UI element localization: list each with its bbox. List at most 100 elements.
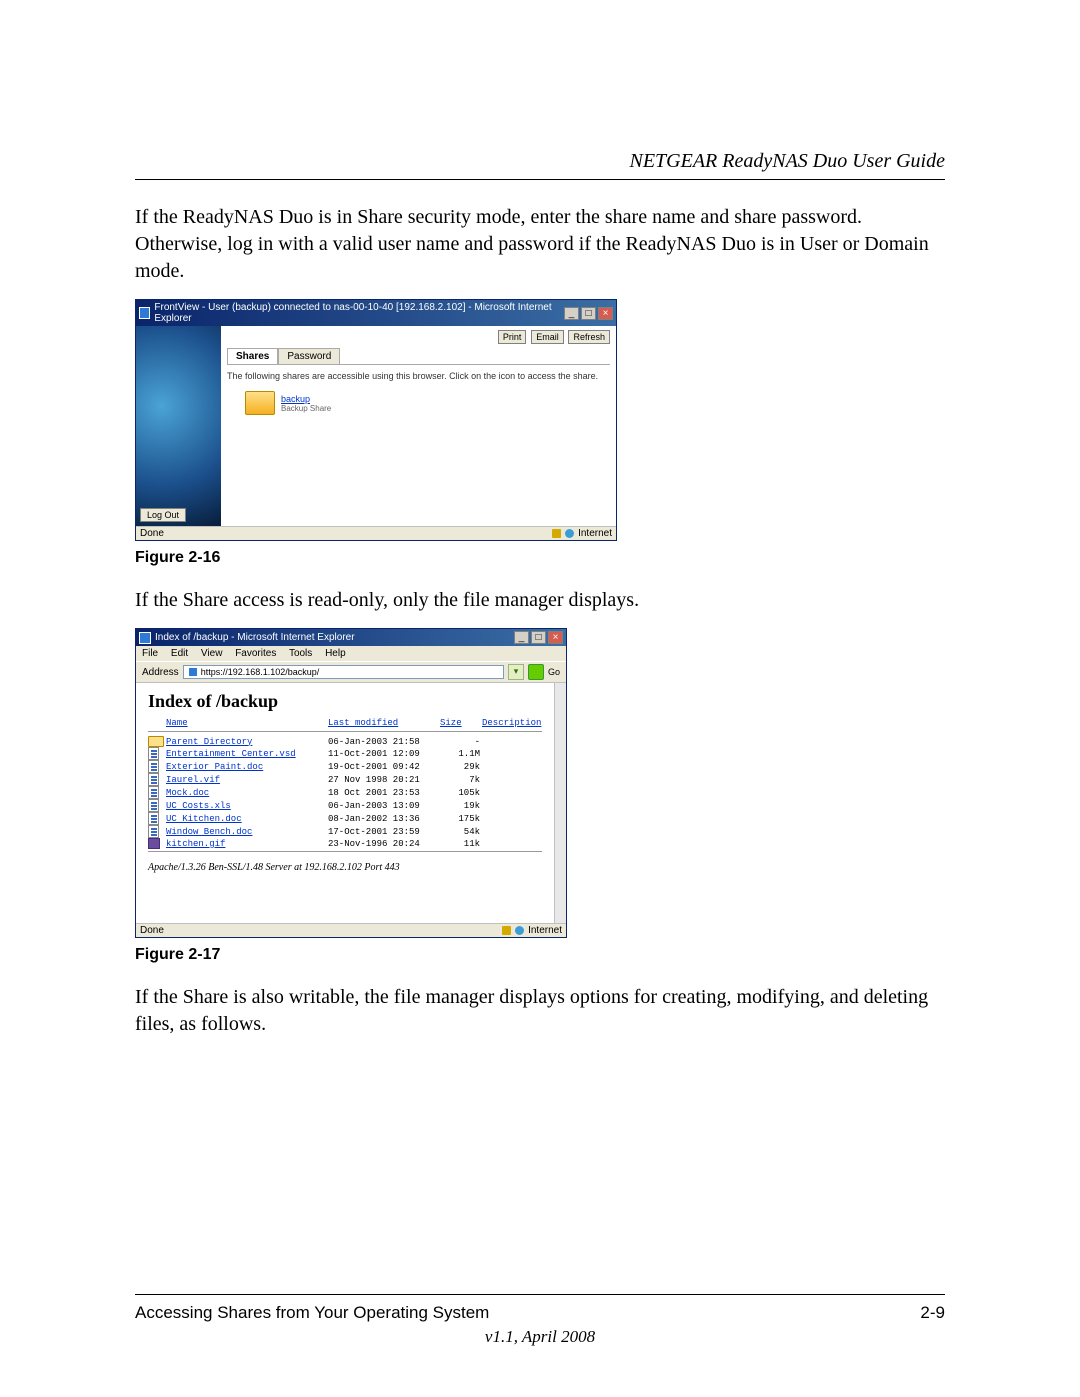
page-header-title: NETGEAR ReadyNAS Duo User Guide <box>135 150 945 173</box>
address-value: https://192.168.1.102/backup/ <box>201 667 320 677</box>
status-zone: Internet <box>528 925 562 936</box>
footer-page-number: 2-9 <box>920 1303 945 1323</box>
file-icon <box>148 799 159 812</box>
globe-icon <box>565 529 574 538</box>
footer-section-title: Accessing Shares from Your Operating Sys… <box>135 1303 489 1323</box>
ie-statusbar: Done Internet <box>136 923 566 937</box>
file-size: 175k <box>440 814 480 824</box>
file-icon <box>148 747 159 760</box>
list-item: Mock.doc18 Oct 2001 23:53105k <box>148 786 542 799</box>
globe-icon <box>515 926 524 935</box>
file-link[interactable]: Parent Directory <box>166 737 326 747</box>
col-name[interactable]: Name <box>166 718 326 728</box>
file-modified: 06-Jan-2003 13:09 <box>328 801 438 811</box>
file-modified: 27 Nov 1998 20:21 <box>328 775 438 785</box>
figure-2-17-label: Figure 2-17 <box>135 946 945 964</box>
file-modified: 06-Jan-2003 21:58 <box>328 737 438 747</box>
file-link[interactable]: Iaurel.vif <box>166 775 326 785</box>
list-item: Iaurel.vif27 Nov 1998 20:217k <box>148 773 542 786</box>
file-icon <box>148 760 159 773</box>
close-button[interactable]: × <box>548 631 563 644</box>
minimize-button[interactable]: _ <box>514 631 529 644</box>
file-size: 1.1M <box>440 749 480 759</box>
address-field[interactable]: https://192.168.1.102/backup/ <box>183 665 504 679</box>
menu-tools[interactable]: Tools <box>289 648 312 659</box>
file-size: - <box>440 737 480 747</box>
file-link[interactable]: Mock.doc <box>166 788 326 798</box>
ie-app-icon <box>139 632 151 644</box>
tab-shares[interactable]: Shares <box>227 348 278 364</box>
file-size: 105k <box>440 788 480 798</box>
frontview-tabs: Shares Password <box>227 348 610 365</box>
list-item: Parent Directory06-Jan-2003 21:58- <box>148 736 542 747</box>
maximize-button[interactable]: □ <box>531 631 546 644</box>
email-button[interactable]: Email <box>531 330 564 344</box>
file-icon <box>148 786 159 799</box>
menu-favorites[interactable]: Favorites <box>235 648 276 659</box>
minimize-button[interactable]: _ <box>564 307 579 320</box>
col-size[interactable]: Size <box>440 718 480 728</box>
list-item: Exterior Paint.doc19-Oct-2001 09:4229k <box>148 760 542 773</box>
list-item: UC Costs.xls06-Jan-2003 13:0919k <box>148 799 542 812</box>
menu-view[interactable]: View <box>201 648 223 659</box>
share-subtitle: Backup Share <box>281 404 331 413</box>
file-icon <box>148 773 159 786</box>
maximize-button[interactable]: □ <box>581 307 596 320</box>
go-label: Go <box>548 667 560 677</box>
ie-menubar: File Edit View Favorites Tools Help <box>136 646 566 661</box>
page-icon <box>188 667 198 677</box>
index-divider-bottom <box>148 851 542 852</box>
file-modified: 11-Oct-2001 12:09 <box>328 749 438 759</box>
file-modified: 17-Oct-2001 23:59 <box>328 827 438 837</box>
file-link[interactable]: Entertainment Center.vsd <box>166 749 326 759</box>
file-size: 54k <box>440 827 480 837</box>
logout-button[interactable]: Log Out <box>140 508 186 522</box>
go-button[interactable] <box>528 664 544 680</box>
footer-version: v1.1, April 2008 <box>135 1327 945 1347</box>
ie-statusbar: Done Internet <box>136 526 616 540</box>
file-link[interactable]: UC Costs.xls <box>166 801 326 811</box>
frontview-sidebar: Log Out <box>136 326 221 526</box>
folder-icon <box>245 391 275 415</box>
file-link[interactable]: Window Bench.doc <box>166 827 326 837</box>
close-button[interactable]: × <box>598 307 613 320</box>
list-item: Window Bench.doc17-Oct-2001 23:5954k <box>148 825 542 838</box>
vertical-scrollbar[interactable] <box>554 683 566 923</box>
status-left: Done <box>140 528 164 539</box>
col-description[interactable]: Description <box>482 718 542 728</box>
intro-paragraph: If the ReadyNAS Duo is in Share security… <box>135 204 945 285</box>
image-icon <box>148 838 160 849</box>
address-dropdown-icon[interactable]: ▾ <box>508 664 524 680</box>
ie-addressbar: Address https://192.168.1.102/backup/ ▾ … <box>136 661 566 683</box>
address-label: Address <box>142 667 179 678</box>
file-modified: 19-Oct-2001 09:42 <box>328 762 438 772</box>
file-icon <box>148 812 159 825</box>
ie-app-icon <box>139 307 150 319</box>
file-link[interactable]: Exterior Paint.doc <box>166 762 326 772</box>
refresh-button[interactable]: Refresh <box>568 330 610 344</box>
menu-help[interactable]: Help <box>325 648 346 659</box>
file-size: 29k <box>440 762 480 772</box>
index-columns: Name Last modified Size Description <box>148 718 542 728</box>
frontview-window: FrontView - User (backup) connected to n… <box>135 299 617 541</box>
lock-icon <box>502 926 511 935</box>
index-body: Index of /backup Name Last modified Size… <box>136 683 554 923</box>
tab-password[interactable]: Password <box>278 348 340 364</box>
status-left: Done <box>140 925 164 936</box>
menu-edit[interactable]: Edit <box>171 648 188 659</box>
file-modified: 18 Oct 2001 23:53 <box>328 788 438 798</box>
menu-file[interactable]: File <box>142 648 158 659</box>
col-modified[interactable]: Last modified <box>328 718 438 728</box>
share-name-link[interactable]: backup <box>281 394 331 404</box>
file-size: 7k <box>440 775 480 785</box>
print-button[interactable]: Print <box>498 330 527 344</box>
file-modified: 08-Jan-2002 13:36 <box>328 814 438 824</box>
index-window: Index of /backup - Microsoft Internet Ex… <box>135 628 567 938</box>
file-size: 19k <box>440 801 480 811</box>
server-signature: Apache/1.3.26 Ben-SSL/1.48 Server at 192… <box>148 862 542 873</box>
share-item[interactable]: backup Backup Share <box>245 391 610 415</box>
list-item: Entertainment Center.vsd11-Oct-2001 12:0… <box>148 747 542 760</box>
file-link[interactable]: kitchen.gif <box>166 839 326 849</box>
file-link[interactable]: UC Kitchen.doc <box>166 814 326 824</box>
figure-2-16-label: Figure 2-16 <box>135 549 945 567</box>
